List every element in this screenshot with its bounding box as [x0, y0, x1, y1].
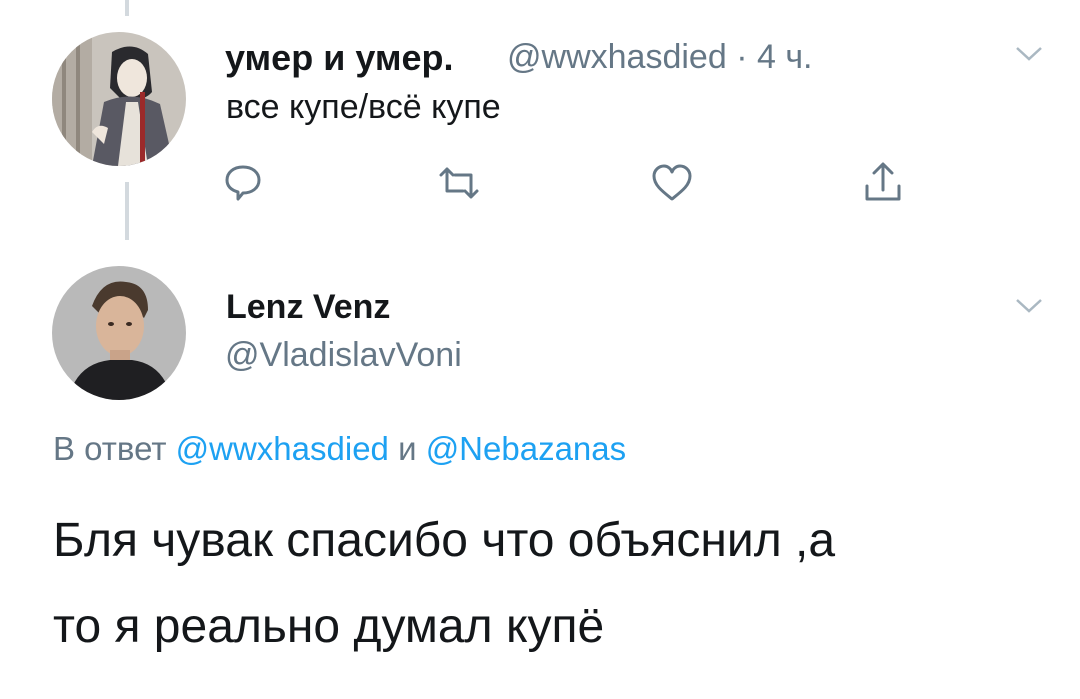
avatar[interactable]	[52, 266, 186, 400]
like-icon[interactable]	[650, 163, 694, 203]
tweet-text-line: то я реально думал купё	[53, 600, 605, 653]
author-handle[interactable]: @wwxhasdied · 4 ч.	[507, 38, 812, 77]
tweet-text-line: Бля чувак спасибо что объяснил ,а	[53, 514, 836, 567]
handle-text[interactable]: @wwxhasdied	[507, 38, 727, 76]
man-avatar-image	[52, 266, 186, 400]
thread-line-bottom	[125, 182, 129, 240]
chevron-down-icon[interactable]	[1013, 44, 1045, 64]
reply-icon[interactable]	[222, 161, 264, 203]
author-handle[interactable]: @VladislavVoni	[225, 336, 462, 375]
tweet-text: все купе/всё купе	[226, 88, 501, 126]
reply-mention-link[interactable]: @wwxhasdied	[176, 430, 389, 467]
reply-context: В ответ @wwxhasdied и @Nebazanas	[53, 430, 626, 468]
share-icon[interactable]	[862, 160, 904, 204]
author-name[interactable]: Lenz Venz	[226, 288, 390, 327]
anime-avatar-image	[52, 32, 186, 166]
avatar[interactable]	[52, 32, 186, 166]
author-name[interactable]: умер и умер.	[225, 37, 454, 79]
reply-prefix: В ответ	[53, 430, 167, 467]
thread-line-top	[125, 0, 129, 16]
separator: ·	[736, 38, 748, 76]
tweet-text: Бля чувак спасибо что объяснил ,а то я р…	[53, 498, 1053, 670]
reply-connector: и	[398, 430, 417, 467]
timestamp[interactable]: 4 ч.	[757, 38, 813, 76]
reply-mention-link[interactable]: @Nebazanas	[426, 430, 626, 467]
chevron-down-icon[interactable]	[1013, 296, 1045, 316]
retweet-icon[interactable]	[435, 165, 483, 201]
